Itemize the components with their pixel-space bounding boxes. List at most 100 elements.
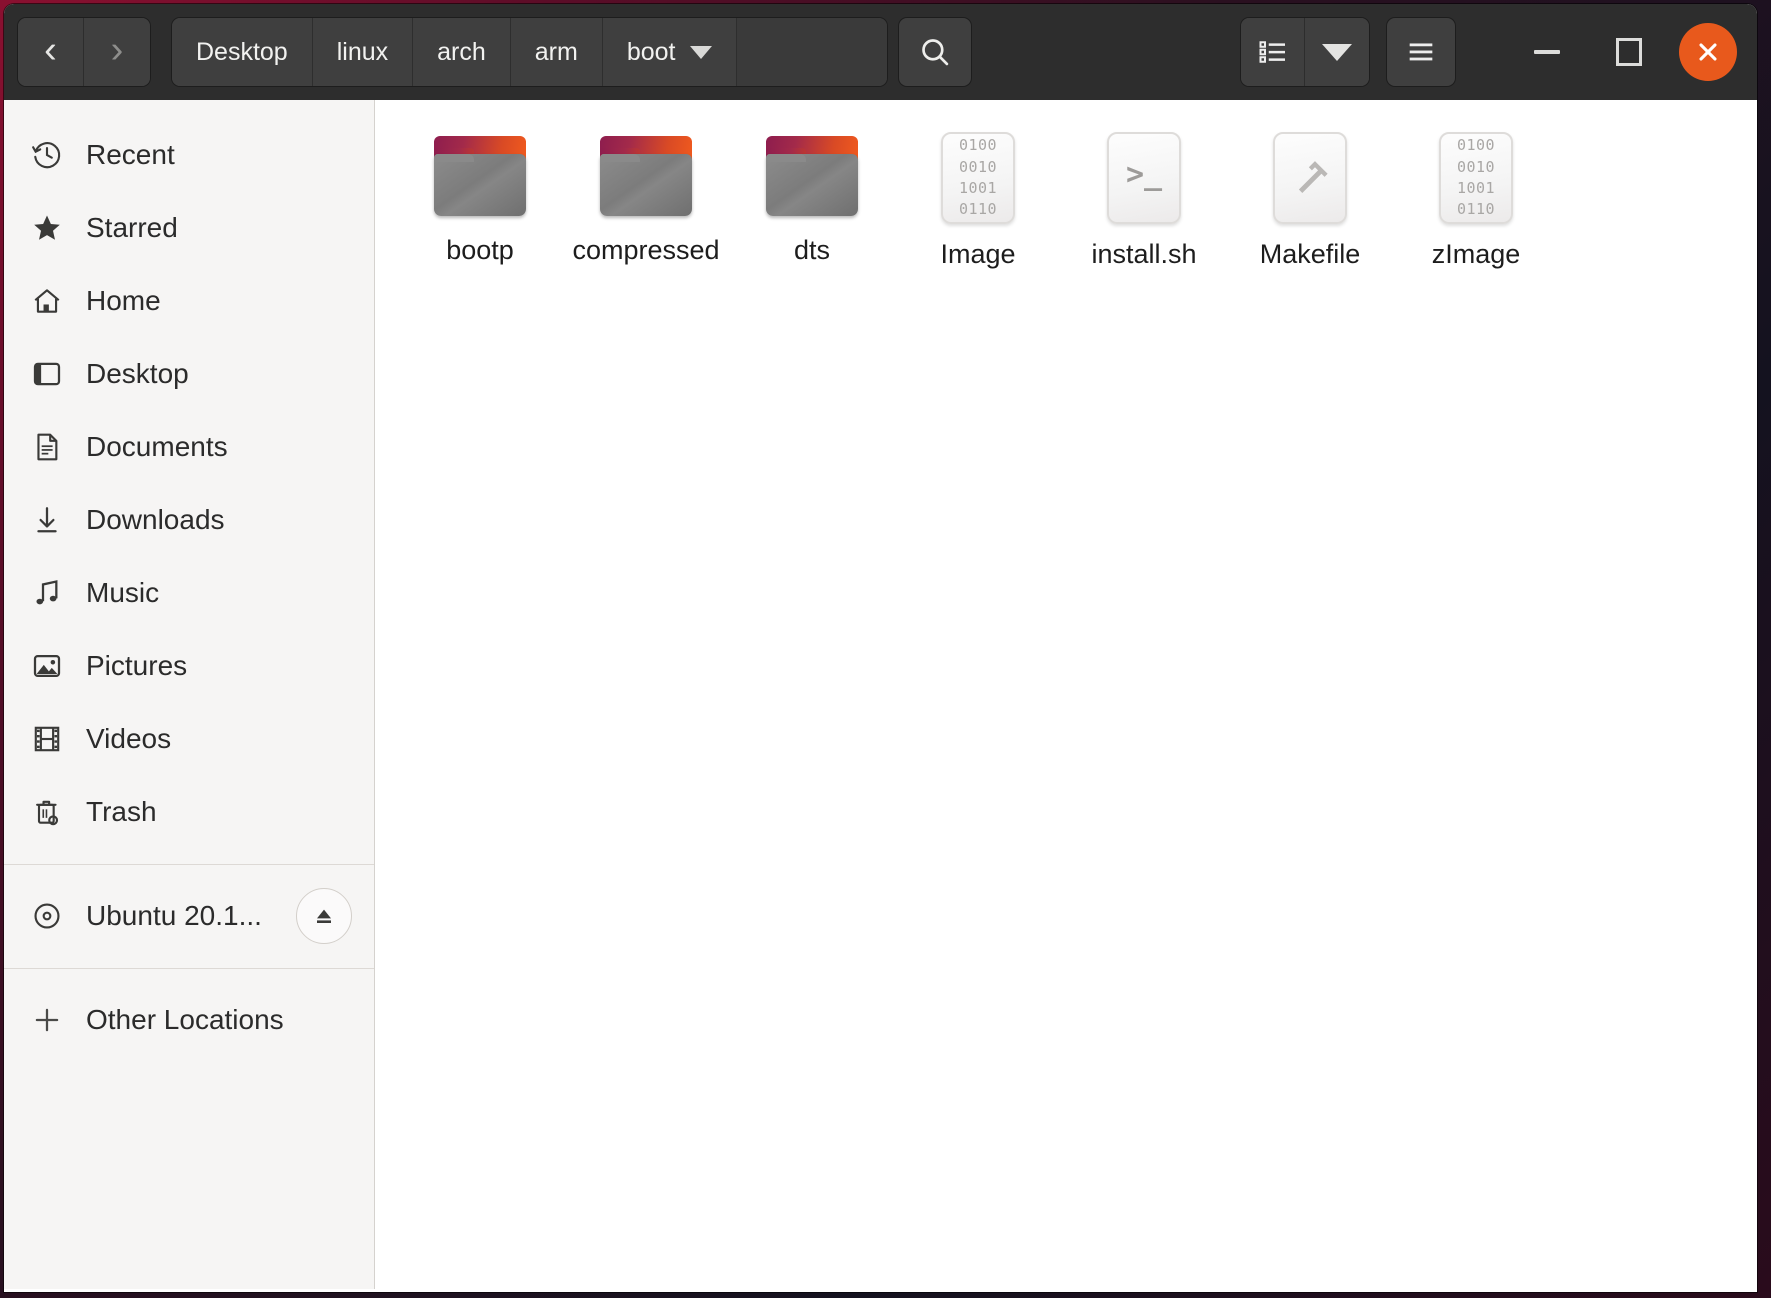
breadcrumb-label: Desktop [196,37,288,66]
binary-line: 0110 [1456,200,1496,219]
sidebar-item-downloads[interactable]: Downloads [4,483,374,556]
breadcrumb-item-arm[interactable]: arm [510,18,603,86]
file-name-label: Image [940,239,1016,269]
file-item-zimage[interactable]: 0100 0010 1001 0110 zImage [1393,126,1559,281]
window-body: Recent Starred Home Desktop Documents Do… [4,100,1757,1289]
file-item-image[interactable]: 0100 0010 1001 0110 Image [895,126,1061,281]
picture-icon [30,649,64,683]
desktop-icon [30,357,64,391]
sidebar-item-label: Home [86,284,161,316]
folder-icon [598,132,694,220]
file-manager-window: ‹ › Desktop linux arch arm boot Recent S… [4,4,1757,1292]
sidebar-item-label: Documents [86,430,228,462]
sidebar-item-starred[interactable]: Starred [4,191,374,264]
file-list-area[interactable]: bootp compressed dts 0100 0010 1001 0110… [375,100,1757,1289]
sidebar-item-label: Starred [86,211,178,243]
eject-button[interactable] [296,887,352,944]
file-item-makefile[interactable]: Makefile [1227,126,1393,281]
sidebar-item-pictures[interactable]: Pictures [4,629,374,702]
breadcrumb-label: arm [534,37,578,66]
binary-file-icon: 0100 0010 1001 0110 [1439,132,1513,224]
file-name-label: compressed [572,235,720,265]
back-button[interactable]: ‹ [18,18,84,86]
view-button-group [1241,18,1369,86]
sidebar-item-desktop[interactable]: Desktop [4,337,374,410]
chevron-down-icon [689,45,712,59]
sidebar-item-documents[interactable]: Documents [4,410,374,483]
breadcrumb: Desktop linux arch arm boot [172,18,887,86]
minimize-icon [1534,50,1560,54]
file-name-label: install.sh [1091,239,1197,269]
breadcrumb-item-linux[interactable]: linux [312,18,414,86]
minimize-button[interactable] [1515,20,1579,84]
sidebar-item-label: Pictures [86,649,188,681]
chevron-left-icon: ‹ [44,29,57,71]
sidebar-item-label: Desktop [86,357,189,389]
sidebar-item-videos[interactable]: Videos [4,702,374,775]
view-options-button[interactable] [1305,18,1369,86]
file-name-label: Makefile [1259,239,1361,269]
breadcrumb-filler [736,18,887,86]
hamburger-menu-icon [1409,43,1433,61]
maximize-icon [1616,38,1642,66]
sidebar-item-music[interactable]: Music [4,556,374,629]
file-item-bootp[interactable]: bootp [397,126,563,281]
folder-icon [764,132,860,220]
script-file-icon: >_ [1107,132,1181,224]
file-item-dts[interactable]: dts [729,126,895,281]
sidebar-item-home[interactable]: Home [4,264,374,337]
sidebar: Recent Starred Home Desktop Documents Do… [4,100,375,1289]
navigation-button-group: ‹ › [18,18,150,86]
sidebar-item-recent[interactable]: Recent [4,118,374,191]
makefile-icon [1273,132,1347,224]
close-button[interactable] [1679,23,1737,81]
file-name-label: zImage [1431,239,1521,269]
list-view-icon [1259,41,1285,63]
plus-icon [30,1003,64,1037]
sidebar-item-label: Videos [86,722,172,754]
maximize-button[interactable] [1597,20,1661,84]
forward-button[interactable]: › [84,18,150,86]
music-note-icon [30,576,64,610]
file-item-compressed[interactable]: compressed [563,126,729,281]
desktop-background: ‹ › Desktop linux arch arm boot Recent S… [0,0,1771,1298]
breadcrumb-label: linux [336,37,389,66]
terminal-prompt-glyph: >_ [1125,157,1163,192]
folder-icon [432,132,528,220]
sidebar-item-label: Other Locations [86,1003,284,1035]
file-item-install-sh[interactable]: >_ install.sh [1061,126,1227,281]
sidebar-item-label: Trash [86,795,157,827]
close-icon [1699,43,1717,61]
search-button[interactable] [898,18,971,86]
sidebar-item-label: Recent [86,138,175,170]
sidebar-item-label: Music [86,576,160,608]
breadcrumb-label: boot [626,37,676,66]
main-menu-button[interactable] [1387,18,1455,86]
chevron-right-icon: › [110,29,124,71]
binary-line: 0100 [958,136,998,155]
binary-line: 1001 [958,179,998,197]
disc-icon [30,899,64,933]
sidebar-item-other-locations[interactable]: Other Locations [4,983,374,1056]
sidebar-item-trash[interactable]: Trash [4,775,374,848]
sidebar-item-label: Downloads [86,503,225,535]
sidebar-item-ubuntu-disc[interactable]: Ubuntu 20.1... [4,879,374,952]
window-bottom-edge [4,1289,1757,1292]
breadcrumb-item-boot[interactable]: boot [602,18,737,86]
sidebar-divider-2 [4,968,374,969]
breadcrumb-item-desktop[interactable]: Desktop [172,18,313,86]
binary-line: 1001 [1456,179,1496,197]
star-icon [30,211,64,245]
chevron-down-icon [1322,43,1352,61]
binary-line: 0110 [958,200,998,219]
breadcrumb-label: arch [437,37,486,66]
breadcrumb-item-arch[interactable]: arch [413,18,511,86]
document-icon [30,430,64,464]
hammer-icon [1298,161,1328,193]
list-view-button[interactable] [1241,18,1305,86]
eject-icon [317,909,331,923]
sidebar-item-label: Ubuntu 20.1... [86,899,262,931]
trash-icon [30,795,64,829]
film-strip-icon [30,722,64,756]
sidebar-divider [4,864,374,865]
